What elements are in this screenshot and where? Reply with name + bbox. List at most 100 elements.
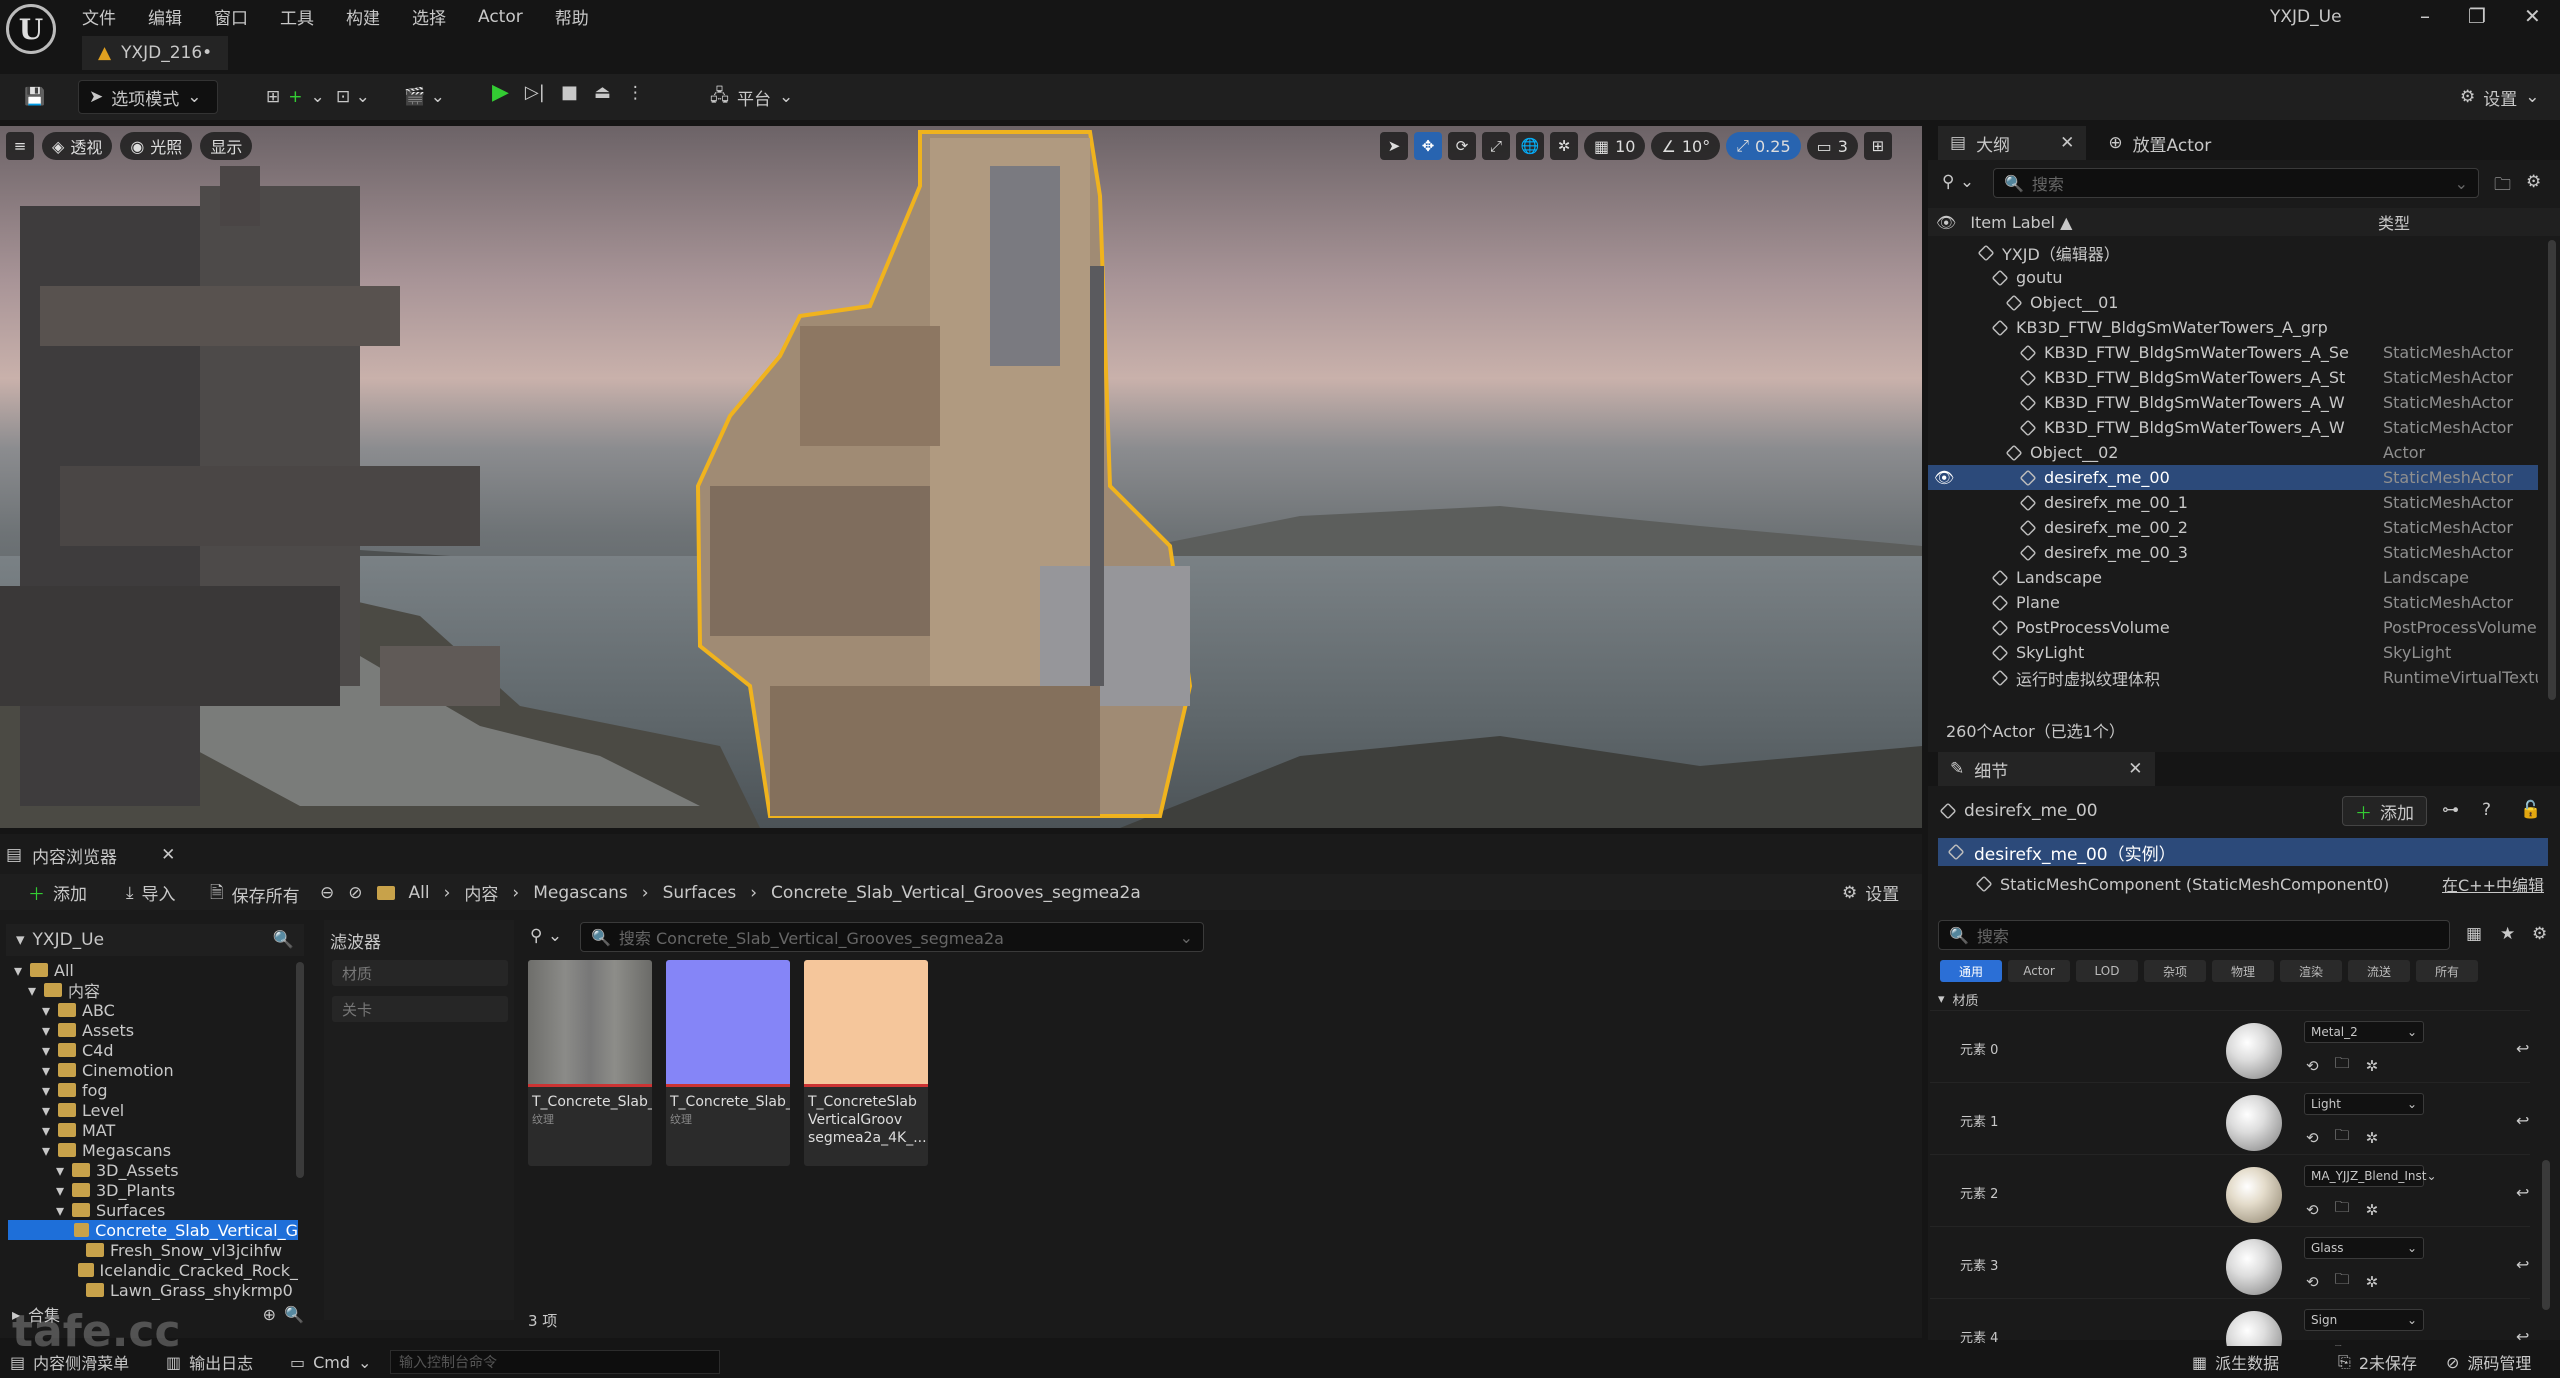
tree-folder-item[interactable]: ▾ 3D_Plants	[8, 1180, 298, 1200]
outliner-row[interactable]: SkyLight SkyLight	[1928, 640, 2538, 665]
column-type[interactable]: 类型	[2378, 210, 2410, 234]
hamburger-menu-icon[interactable]: ≡	[6, 132, 34, 160]
filter-icon[interactable]: ⚲ ⌄	[530, 926, 562, 946]
options-icon[interactable]: ✲	[2366, 1057, 2379, 1075]
outliner-row[interactable]: goutu	[1928, 265, 2538, 290]
breadcrumb-content[interactable]: 内容	[464, 880, 498, 905]
reset-icon[interactable]: ↩	[2516, 1327, 2529, 1346]
column-item-label[interactable]: Item Label ▲	[1970, 213, 2072, 232]
chevron-down-icon[interactable]: ▾	[14, 961, 24, 980]
details-search-input[interactable]: 🔍 搜索	[1938, 920, 2450, 950]
browse-icon[interactable]: 🗀	[2335, 1197, 2350, 1222]
tree-folder-item[interactable]: ▾ 内容	[8, 980, 298, 1001]
tree-folder-item[interactable]: ▾ MAT	[8, 1120, 298, 1140]
blueprint-icon[interactable]: ⊡ ⌄	[326, 80, 380, 114]
material-thumbnail[interactable]	[2226, 1023, 2282, 1079]
console-input[interactable]: 输入控制台命令	[390, 1350, 720, 1374]
asset-tile[interactable]: T_ConcreteSlab VerticalGroov segmea2a_4K…	[804, 960, 928, 1166]
outliner-row[interactable]: YXJD（编辑器）	[1928, 240, 2538, 265]
outliner-row[interactable]: Object__02 Actor	[1928, 440, 2538, 465]
gear-icon[interactable]: ⚙	[2526, 172, 2541, 192]
menu-select[interactable]: 选择	[412, 4, 446, 29]
history-forward-icon[interactable]: ⊘	[348, 883, 362, 903]
outliner-row[interactable]: Plane StaticMeshActor	[1928, 590, 2538, 615]
tree-folder-item[interactable]: Lawn_Grass_shykrmp0	[8, 1280, 298, 1300]
materials-section-header[interactable]: ▾ 材质	[1938, 990, 1979, 1009]
asset-search-input[interactable]: 🔍 搜索 Concrete_Slab_Vertical_Grooves_segme…	[580, 922, 1204, 952]
outliner-search-input[interactable]: 🔍 搜索 ⌄	[1993, 168, 2479, 198]
details-scrollbar[interactable]	[2542, 1160, 2550, 1310]
close-icon[interactable]: ✕	[2060, 133, 2074, 153]
maximize-viewport-icon[interactable]: ⊞	[1863, 132, 1892, 160]
outliner-row[interactable]: 👁 desirefx_me_00 StaticMeshActor	[1928, 465, 2538, 490]
outliner-row[interactable]: desirefx_me_00_3 StaticMeshActor	[1928, 540, 2538, 565]
derived-data-button[interactable]: ▦ 派生数据	[2192, 1350, 2279, 1374]
settings-button[interactable]: ⚙ 设置 ⌄	[2450, 80, 2550, 114]
options-icon[interactable]: ✲	[2366, 1129, 2379, 1147]
chevron-down-icon[interactable]: ▾	[42, 1101, 52, 1120]
add-collection-icon[interactable]: ⊕	[263, 1305, 276, 1324]
play-icon[interactable]: ▶	[492, 80, 509, 105]
close-icon[interactable]: ✕	[161, 845, 175, 865]
star-icon[interactable]: ★	[2500, 924, 2515, 944]
translate-icon[interactable]: ✥	[1414, 132, 1442, 160]
tree-folder-item[interactable]: ▾ 3D_Assets	[8, 1160, 298, 1180]
chevron-down-icon[interactable]: ▾	[28, 981, 38, 1000]
filter-material[interactable]: 材质	[332, 960, 508, 986]
menu-actor[interactable]: Actor	[478, 7, 523, 27]
category-misc[interactable]: 杂项	[2144, 960, 2206, 982]
outliner-row[interactable]: KB3D_FTW_BldgSmWaterTowers_A_W StaticMesh…	[1928, 415, 2538, 440]
outliner-row[interactable]: KB3D_FTW_BldgSmWaterTowers_A_Se StaticMes…	[1928, 340, 2538, 365]
cb-add-button[interactable]: ＋ 添加	[18, 878, 97, 906]
unreal-logo[interactable]: U	[6, 4, 56, 54]
level-viewport[interactable]	[0, 126, 1922, 828]
filter-icon[interactable]: ⚲ ⌄	[1942, 172, 1974, 192]
outliner-row[interactable]: KB3D_FTW_BldgSmWaterTowers_A_St StaticMes…	[1928, 365, 2538, 390]
show-button[interactable]: 显示	[200, 132, 253, 160]
instance-row[interactable]: desirefx_me_00（实例）	[1938, 838, 2548, 866]
breadcrumb-megascans[interactable]: Megascans	[533, 883, 628, 903]
tree-folder-item[interactable]: ▾ ABC	[8, 1000, 298, 1020]
eject-icon[interactable]: ⏏	[594, 82, 611, 103]
chevron-down-icon[interactable]: ▾	[56, 1181, 66, 1200]
unsaved-button[interactable]: ⎘ 2未保存	[2338, 1350, 2417, 1374]
stop-icon[interactable]: ■	[561, 82, 578, 103]
tab-details[interactable]: ✎ 细节 ✕	[1938, 752, 2155, 786]
visibility-icon[interactable]: 👁	[1934, 468, 1954, 487]
lit-button[interactable]: ◉ 光照	[120, 132, 193, 160]
angle-snap-button[interactable]: ∠ 10°	[1651, 132, 1721, 160]
material-dropdown[interactable]: MA_YJJZ_Blend_Inst ⌄	[2304, 1165, 2437, 1187]
browse-icon[interactable]: 🗀	[2335, 1125, 2350, 1150]
browse-icon[interactable]: 🗀	[2335, 1269, 2350, 1294]
chevron-down-icon[interactable]: ▾	[56, 1161, 66, 1180]
outliner-row[interactable]: PostProcessVolume PostProcessVolume	[1928, 615, 2538, 640]
grid-snap-button[interactable]: ▦ 10	[1584, 132, 1646, 160]
tree-folder-item[interactable]: ▾ Megascans	[8, 1140, 298, 1160]
import-button[interactable]: ⤓ 导入	[126, 880, 176, 906]
outliner-row[interactable]: KB3D_FTW_BldgSmWaterTowers_A_grp	[1928, 315, 2538, 340]
tree-folder-item[interactable]: ▾ C4d	[8, 1040, 298, 1060]
perspective-button[interactable]: ◈ 透视	[42, 132, 113, 160]
save-all-button[interactable]: 🗎 保存所有	[210, 880, 300, 909]
material-dropdown[interactable]: Glass ⌄	[2304, 1237, 2424, 1259]
blueprint-icon[interactable]: ⊶	[2442, 800, 2459, 820]
chevron-down-icon[interactable]: ▾	[42, 1121, 52, 1140]
help-icon[interactable]: ?	[2482, 800, 2491, 820]
platform-button[interactable]: 🖧 平台 ⌄	[700, 80, 803, 114]
outliner-row[interactable]: KB3D_FTW_BldgSmWaterTowers_A_W StaticMesh…	[1928, 390, 2538, 415]
tree-folder-item[interactable]: ▾ All	[8, 960, 298, 980]
chevron-down-icon[interactable]: ▾	[42, 1001, 52, 1020]
options-icon[interactable]: ✲	[2366, 1201, 2379, 1219]
world-icon[interactable]: 🌐	[1516, 132, 1544, 160]
history-back-icon[interactable]: ⊖	[320, 883, 334, 903]
menu-window[interactable]: 窗口	[214, 4, 248, 29]
tree-folder-item[interactable]: ▾ Cinemotion	[8, 1060, 298, 1080]
material-dropdown[interactable]: Sign ⌄	[2304, 1309, 2424, 1331]
select-icon[interactable]: ➤	[1380, 132, 1408, 160]
more-icon[interactable]: ⋮	[627, 83, 644, 103]
category-actor[interactable]: Actor	[2008, 960, 2070, 982]
breadcrumb-surfaces[interactable]: Surfaces	[663, 883, 737, 903]
save-icon[interactable]: 💾	[14, 80, 55, 114]
menu-build[interactable]: 构建	[346, 4, 380, 29]
lock-icon[interactable]: 🔓	[2520, 800, 2541, 820]
